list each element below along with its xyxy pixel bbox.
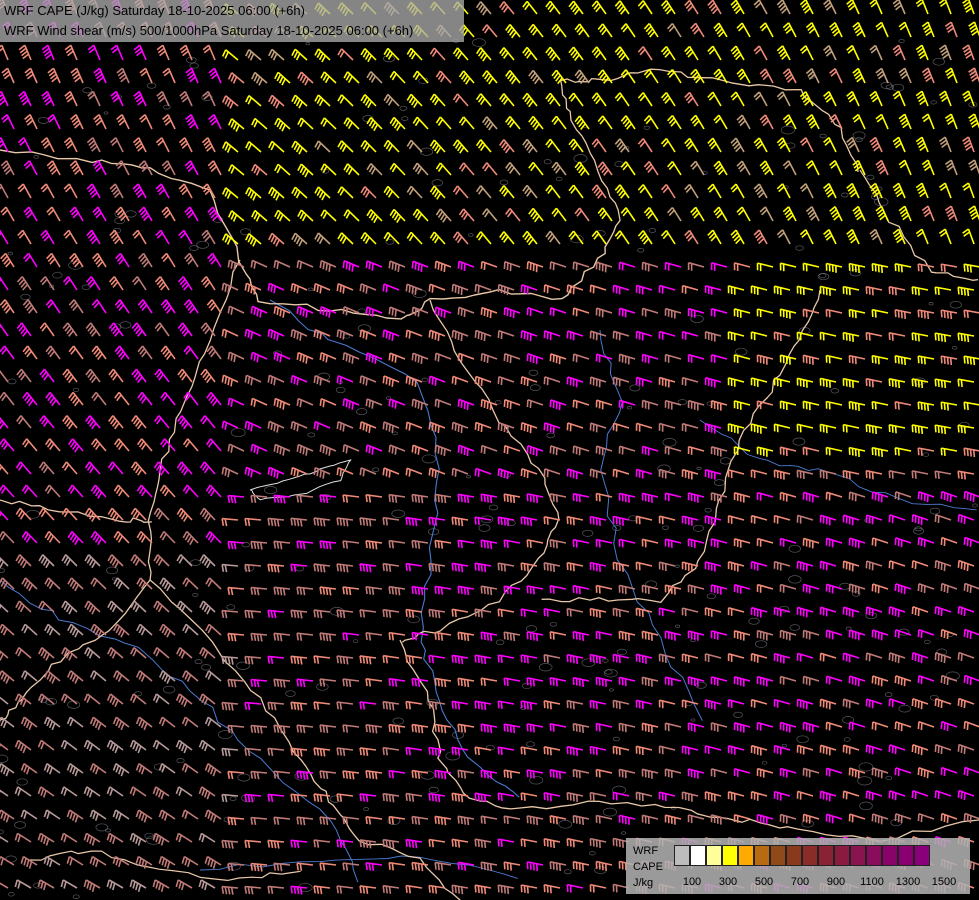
- legend-swatch: [914, 845, 930, 866]
- legend-swatch: [850, 845, 866, 866]
- legend-swatch: [690, 845, 706, 866]
- legend-tick-label: 500: [754, 876, 774, 888]
- map-title-box: WRF CAPE (J/kg) Saturday 18-10-2025 06:0…: [0, 0, 464, 42]
- legend-swatch: [754, 845, 770, 866]
- legend-swatch: [834, 845, 850, 866]
- legend-label-cape: CAPE: [633, 861, 663, 873]
- legend-tick-label: 1500: [931, 876, 957, 888]
- legend-swatch: [866, 845, 882, 866]
- cape-legend: WRF CAPE J/kg 100 300 500 700 900 1100 1300 150…: [626, 838, 970, 894]
- legend-swatch: [770, 845, 786, 866]
- legend-swatch: [898, 845, 914, 866]
- legend-tick-label: 300: [718, 876, 738, 888]
- legend-ticks: 100 300 500 700 900 1100 1300 1500: [674, 876, 970, 890]
- legend-tick-label: 900: [826, 876, 846, 888]
- legend-label-wrf: WRF: [633, 845, 659, 857]
- legend-tick-label: 1300: [895, 876, 921, 888]
- cape-title: WRF CAPE (J/kg) Saturday 18-10-2025 06:0…: [4, 3, 305, 18]
- legend-swatch: [674, 845, 690, 866]
- legend-swatch: [818, 845, 834, 866]
- legend-swatches: [674, 845, 930, 866]
- legend-label-unit: J/kg: [633, 877, 654, 889]
- legend-swatch: [786, 845, 802, 866]
- weather-map: [0, 0, 979, 900]
- wind-shear-title: WRF Wind shear (m/s) 500/1000hPa Saturda…: [4, 23, 414, 38]
- legend-tick-label: 700: [790, 876, 810, 888]
- legend-swatch: [722, 845, 738, 866]
- legend-swatch: [738, 845, 754, 866]
- legend-tick-label: 1100: [860, 876, 884, 888]
- legend-swatch: [706, 845, 722, 866]
- legend-swatch: [882, 845, 898, 866]
- legend-tick-label: 100: [682, 876, 702, 888]
- legend-swatch: [802, 845, 818, 866]
